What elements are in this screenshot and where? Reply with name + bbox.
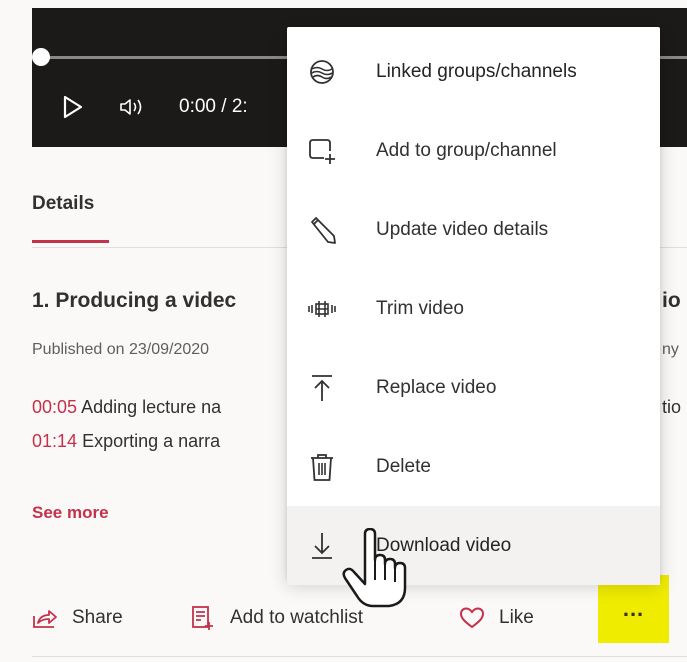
menu-item-delete[interactable]: Delete (287, 427, 660, 506)
more-options-button[interactable]: ... (598, 575, 669, 643)
tab-details[interactable]: Details (32, 193, 94, 215)
chapter-text-tail: tio (662, 397, 682, 417)
menu-item-label: Add to group/channel (376, 139, 557, 161)
see-more-link[interactable]: See more (32, 503, 109, 523)
download-icon (307, 531, 337, 561)
video-title: 1. Producing a videc (32, 289, 237, 312)
watchlist-icon (192, 606, 213, 630)
tab-active-indicator (32, 240, 109, 243)
menu-item-add-to-group[interactable]: Add to group/channel (287, 111, 660, 190)
add-to-watchlist-button[interactable]: Add to watchlist (190, 600, 363, 636)
menu-item-label: Delete (376, 455, 431, 477)
like-label: Like (499, 607, 534, 628)
chapter-text: Exporting a narra (82, 431, 221, 451)
playback-time: 0:00 / 2: (179, 96, 248, 117)
trim-icon (307, 294, 337, 324)
volume-icon[interactable] (118, 96, 148, 118)
watchlist-label: Add to watchlist (230, 607, 364, 628)
pencil-icon (307, 215, 337, 245)
video-title-tail: io (662, 289, 681, 312)
share-icon (33, 610, 57, 628)
chapter-timestamp[interactable]: 01:14 (32, 431, 77, 451)
chapter-timestamp[interactable]: 00:05 (32, 397, 77, 417)
divider (32, 656, 687, 657)
menu-item-linked-groups[interactable]: Linked groups/channels (287, 32, 660, 111)
menu-item-replace-video[interactable]: Replace video (287, 348, 660, 427)
like-button[interactable]: Like (459, 600, 534, 636)
chapter-text: Adding lecture na (81, 397, 222, 417)
linked-groups-icon (307, 57, 337, 87)
replace-upload-icon (307, 373, 337, 403)
hand-pointer-cursor-icon (342, 528, 407, 608)
menu-item-label: Linked groups/channels (376, 60, 577, 82)
menu-item-label: Update video details (376, 218, 549, 240)
menu-item-update-details[interactable]: Update video details (287, 190, 660, 269)
menu-item-trim-video[interactable]: Trim video (287, 269, 660, 348)
chapter-item: 01:14 Exporting a narra (32, 431, 220, 452)
add-to-group-icon (307, 136, 337, 166)
heart-icon (459, 607, 485, 629)
menu-item-label: Replace video (376, 376, 497, 398)
play-icon[interactable] (62, 94, 84, 120)
published-date: Published on 23/09/2020 (32, 341, 210, 358)
published-tail: ny (662, 341, 679, 358)
context-menu: Linked groups/channels Add to group/chan… (287, 27, 660, 585)
more-options-label: ... (622, 596, 645, 621)
menu-item-label: Trim video (376, 297, 464, 319)
trash-icon (307, 452, 337, 482)
chapter-item: 00:05 Adding lecture na (32, 397, 221, 418)
share-button[interactable]: Share (32, 600, 123, 636)
share-label: Share (72, 607, 123, 628)
seek-thumb[interactable] (32, 48, 50, 66)
